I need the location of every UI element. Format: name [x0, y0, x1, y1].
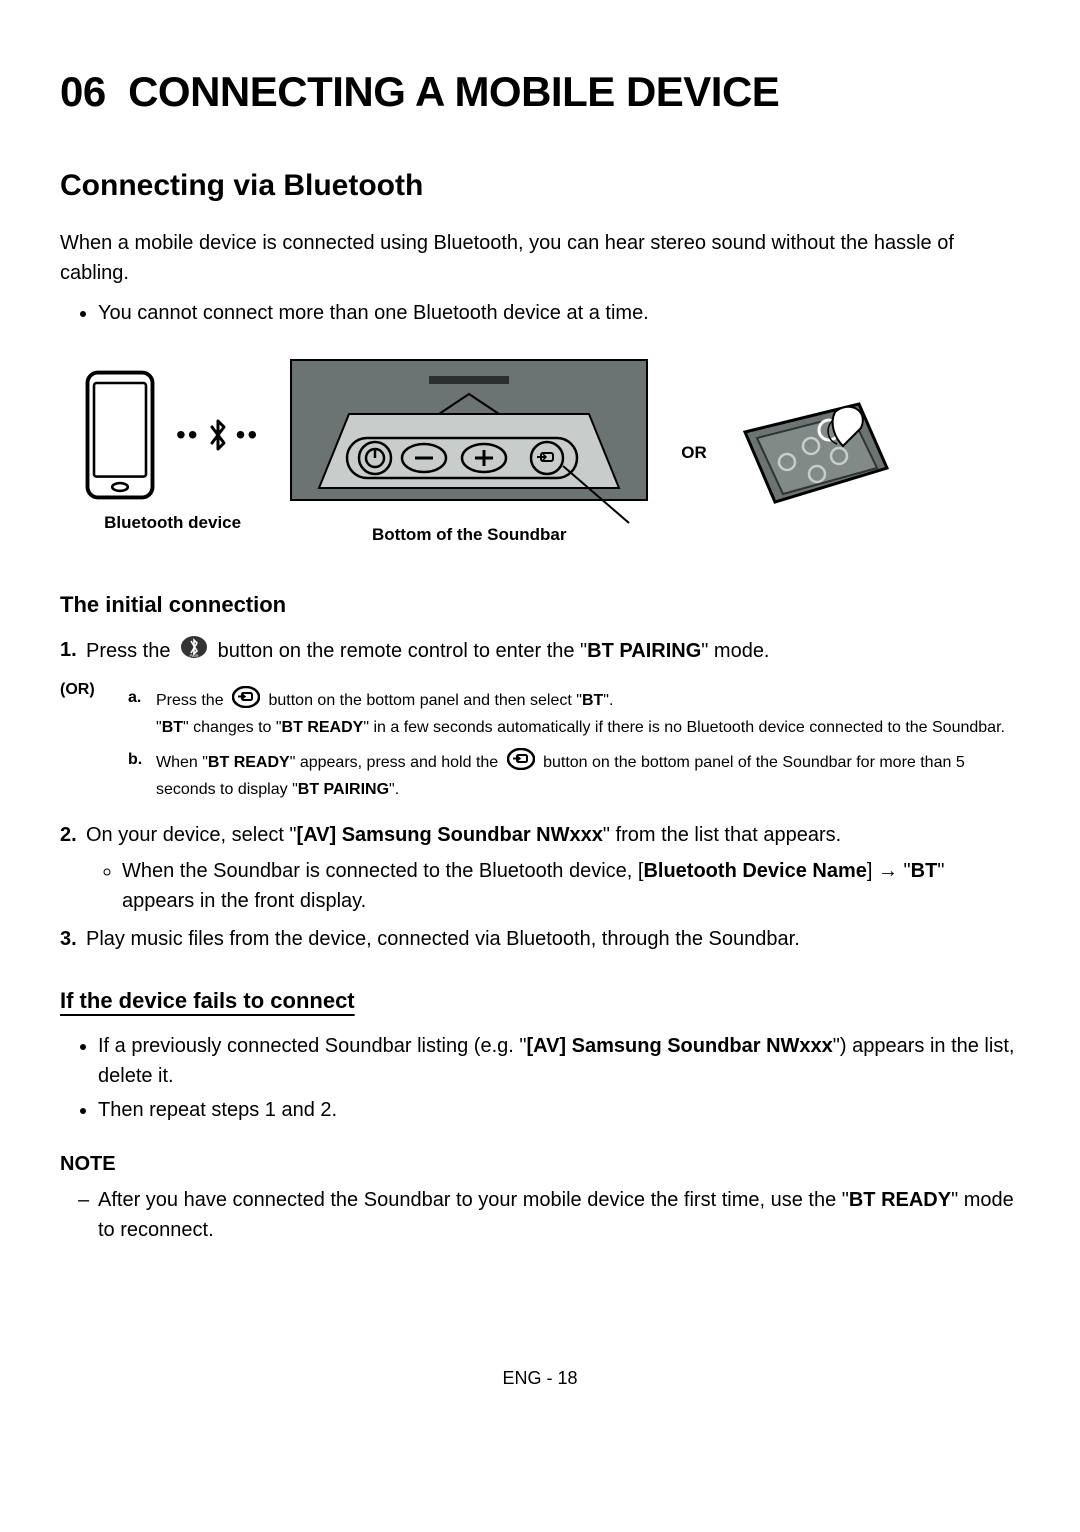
step2b-pre: When the Soundbar is connected to the Bl… [122, 860, 643, 882]
chapter-title: 06 CONNECTING A MOBILE DEVICE [60, 60, 1020, 123]
step1b-ready: BT READY [208, 754, 290, 771]
step2-name: [AV] Samsung Soundbar NWxxx [297, 824, 603, 846]
step1-mode: BT PAIRING [587, 639, 701, 661]
step-3: 3. Play music files from the device, con… [86, 924, 1020, 954]
step3-text: Play music files from the device, connec… [86, 928, 800, 950]
step-2: 2. On your device, select "[AV] Samsung … [86, 820, 1020, 916]
step-1b: b. When "BT READY" appears, press and ho… [156, 748, 1020, 802]
note-item: After you have connected the Soundbar to… [78, 1185, 1020, 1245]
step2-bullet: When the Soundbar is connected to the Bl… [122, 856, 1020, 916]
chapter-name: CONNECTING A MOBILE DEVICE [128, 68, 779, 115]
signal-dots-right: •• [236, 414, 260, 456]
source-button-icon-2 [507, 748, 535, 778]
soundbar-panel-illustration [289, 358, 649, 528]
intro-paragraph: When a mobile device is connected using … [60, 228, 1020, 288]
step1a-pre: Press the [156, 692, 228, 709]
step1a-end: ". [603, 692, 613, 709]
step2b-bt: BT [911, 860, 938, 882]
step1-text-pre: Press the [86, 639, 176, 661]
step1b-mid: " appears, press and hold the [290, 754, 503, 771]
step1a-bt: BT [582, 692, 603, 709]
or-label: OR [681, 440, 707, 466]
step-1a: a. Press the button on the bottom panel … [156, 686, 1020, 740]
soundbar-top-diagram [739, 398, 889, 508]
step1a-l2-ready: BT READY [282, 719, 364, 736]
page-footer: ENG - 18 [60, 1365, 1020, 1392]
step1b-pre: When " [156, 754, 208, 771]
fail-bullet-2: Then repeat steps 1 and 2. [98, 1095, 1020, 1125]
step1a-l2-end: " in a few seconds automatically if ther… [363, 719, 1005, 736]
diagram-row: •• •• Bluetooth device [80, 358, 1020, 548]
note-ready: BT READY [849, 1189, 951, 1211]
step2b-name: Bluetooth Device Name [643, 860, 866, 882]
failb1-pre: If a previously connected Soundbar listi… [98, 1035, 526, 1057]
bt-pair-remote-button-icon: PAIR [180, 635, 208, 668]
or-inline: (OR) [60, 678, 108, 810]
step1a-l2-mid: " changes to " [183, 719, 282, 736]
note-pre: After you have connected the Soundbar to… [98, 1189, 849, 1211]
fail-bullet-1: If a previously connected Soundbar listi… [98, 1031, 1020, 1091]
step2-end: " from the list that appears. [603, 824, 841, 846]
phone-icon [80, 370, 160, 500]
bluetooth-device-diagram: •• •• Bluetooth device [80, 370, 265, 536]
step-1: 1. Press the PAIR button on the remote c… [86, 635, 1020, 668]
soundbar-bottom-diagram: Bottom of the Soundbar [289, 358, 649, 548]
step2b-mid: ] → " [867, 860, 911, 882]
step1-text-post: button on the remote control to enter th… [218, 639, 588, 661]
source-button-icon [232, 686, 260, 716]
subheading-initial: The initial connection [60, 588, 1020, 621]
note-heading: NOTE [60, 1149, 1020, 1179]
section-title: Connecting via Bluetooth [60, 163, 1020, 208]
signal-dots-left: •• [176, 414, 200, 456]
step1-end: " mode. [701, 639, 769, 661]
step1b-end: ". [389, 781, 399, 798]
step1a-mid: button on the bottom panel and then sele… [268, 692, 581, 709]
soundbar-label: Bottom of the Soundbar [372, 522, 567, 548]
step2-pre: On your device, select " [86, 824, 297, 846]
failb1-name: [AV] Samsung Soundbar NWxxx [526, 1035, 832, 1057]
subheading-fail: If the device fails to connect [60, 984, 1020, 1017]
step1b-pair: BT PAIRING [298, 781, 389, 798]
step1a-l2-bt: BT [162, 719, 183, 736]
bt-device-label: Bluetooth device [104, 510, 241, 536]
bluetooth-icon [206, 417, 230, 453]
soundbar-top-illustration [739, 398, 889, 508]
intro-bullet: You cannot connect more than one Bluetoo… [98, 298, 1020, 328]
chapter-num: 06 [60, 68, 106, 115]
svg-text:PAIR: PAIR [190, 653, 199, 658]
